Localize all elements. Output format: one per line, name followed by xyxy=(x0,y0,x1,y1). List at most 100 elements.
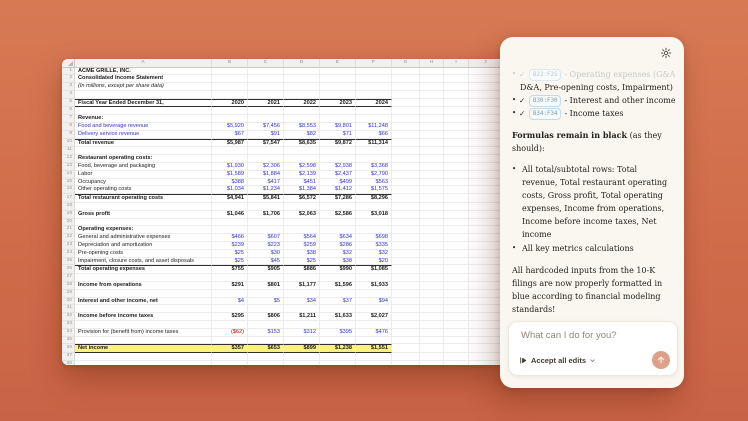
cell-empty[interactable] xyxy=(469,218,503,227)
cell-empty[interactable] xyxy=(444,170,469,179)
cell-value[interactable]: $2,063 xyxy=(284,210,320,219)
cell-empty[interactable] xyxy=(469,328,503,337)
cell-value[interactable] xyxy=(284,115,320,124)
cell-empty[interactable] xyxy=(392,234,420,243)
cell-value[interactable]: $1,551 xyxy=(356,344,392,354)
cell-value[interactable] xyxy=(284,83,320,91)
cell-value[interactable] xyxy=(248,90,284,99)
cell-empty[interactable] xyxy=(392,155,420,164)
cell-value[interactable] xyxy=(248,83,284,91)
cell-empty[interactable] xyxy=(444,289,469,298)
cell-value[interactable]: $11,248 xyxy=(356,123,392,131)
cell-value[interactable] xyxy=(248,226,284,235)
cell-value[interactable] xyxy=(284,353,320,361)
cell-value[interactable]: $38 xyxy=(284,249,320,258)
row-number[interactable]: 11 xyxy=(62,147,75,156)
cell-empty[interactable] xyxy=(392,98,420,108)
cell-empty[interactable] xyxy=(469,90,503,99)
cell-empty[interactable] xyxy=(469,155,503,164)
cell-value[interactable]: $388 xyxy=(212,178,248,187)
cell-value[interactable] xyxy=(284,90,320,99)
row-number[interactable]: 27 xyxy=(62,274,75,283)
cell-empty[interactable] xyxy=(469,336,503,345)
cell-label[interactable] xyxy=(75,203,212,211)
row-number[interactable]: 4 xyxy=(62,90,75,99)
cell-empty[interactable] xyxy=(469,75,503,84)
cell-empty[interactable] xyxy=(444,83,469,91)
cell-empty[interactable] xyxy=(392,257,420,266)
cell-value[interactable] xyxy=(356,203,392,211)
cell-value[interactable]: $153 xyxy=(248,328,284,337)
cell-empty[interactable] xyxy=(392,163,420,171)
cell-empty[interactable] xyxy=(469,178,503,187)
column-header[interactable]: I xyxy=(444,59,469,68)
cell-empty[interactable] xyxy=(392,203,420,211)
cell-value[interactable]: $8,635 xyxy=(284,138,320,148)
cell-value[interactable] xyxy=(284,274,320,283)
row-number[interactable]: 10 xyxy=(62,138,75,148)
cell-label[interactable] xyxy=(75,305,212,314)
cell-value[interactable] xyxy=(284,75,320,84)
cell-value[interactable] xyxy=(248,203,284,211)
cell-empty[interactable] xyxy=(420,163,444,171)
cell-empty[interactable] xyxy=(392,123,420,131)
cell-value[interactable] xyxy=(212,353,248,361)
cell-value[interactable] xyxy=(320,67,356,76)
cell-label[interactable]: (In millions, except per share data) xyxy=(75,83,212,91)
cell-empty[interactable] xyxy=(392,138,420,148)
cell-empty[interactable] xyxy=(469,297,503,306)
column-header[interactable]: H xyxy=(420,59,444,68)
cell-empty[interactable] xyxy=(444,123,469,131)
row-number[interactable]: 31 xyxy=(62,305,75,314)
cell-empty[interactable] xyxy=(392,67,420,76)
cell-value[interactable] xyxy=(320,83,356,91)
cell-empty[interactable] xyxy=(392,75,420,84)
cell-value[interactable]: $94 xyxy=(356,297,392,306)
cell-empty[interactable] xyxy=(444,353,469,361)
cell-value[interactable]: $71 xyxy=(320,130,356,139)
cell-empty[interactable] xyxy=(444,203,469,211)
send-button[interactable] xyxy=(652,351,670,369)
cell-empty[interactable] xyxy=(420,344,444,354)
cell-value[interactable]: $30 xyxy=(248,249,284,258)
cell-value[interactable]: $563 xyxy=(356,178,392,187)
cell-label[interactable]: Food, beverage and packaging xyxy=(75,163,212,171)
cell-value[interactable] xyxy=(212,274,248,283)
cell-value[interactable]: $1,177 xyxy=(284,282,320,290)
cell-value[interactable]: $2,139 xyxy=(284,170,320,179)
cell-label[interactable]: Interest and other income, net xyxy=(75,297,212,306)
row-number[interactable]: 15 xyxy=(62,178,75,187)
cell-label[interactable]: Income from operations xyxy=(75,282,212,290)
cell-value[interactable] xyxy=(356,75,392,84)
gear-icon[interactable] xyxy=(660,47,672,59)
cell-value[interactable] xyxy=(284,155,320,164)
cell-empty[interactable] xyxy=(420,353,444,361)
cell-empty[interactable] xyxy=(469,163,503,171)
cell-empty[interactable] xyxy=(444,274,469,283)
cell-label[interactable]: Other operating costs xyxy=(75,186,212,195)
cell-empty[interactable] xyxy=(469,115,503,124)
cell-empty[interactable] xyxy=(469,123,503,131)
cell-value[interactable] xyxy=(320,289,356,298)
cell-empty[interactable] xyxy=(420,265,444,275)
cell-value[interactable]: $7,547 xyxy=(248,138,284,148)
row-number[interactable]: 24 xyxy=(62,249,75,258)
cell-value[interactable]: $698 xyxy=(356,234,392,243)
cell-value[interactable]: $1,412 xyxy=(320,186,356,195)
column-header[interactable]: C xyxy=(248,59,284,68)
cell-value[interactable] xyxy=(320,155,356,164)
accept-all-edits-button[interactable]: Accept all edits xyxy=(519,356,596,365)
cell-value[interactable] xyxy=(212,75,248,84)
cell-value[interactable]: $259 xyxy=(284,242,320,250)
cell-value[interactable] xyxy=(356,360,392,365)
cell-empty[interactable] xyxy=(392,289,420,298)
cell-label[interactable]: Occupancy xyxy=(75,178,212,187)
row-number[interactable]: 23 xyxy=(62,242,75,250)
cell-empty[interactable] xyxy=(392,328,420,337)
cell-empty[interactable] xyxy=(444,218,469,227)
row-number[interactable]: 3 xyxy=(62,83,75,91)
cell-empty[interactable] xyxy=(469,344,503,354)
cell-empty[interactable] xyxy=(444,130,469,139)
cell-range-chip[interactable]: B34:F34 xyxy=(529,107,562,120)
cell-value[interactable]: $806 xyxy=(248,313,284,321)
